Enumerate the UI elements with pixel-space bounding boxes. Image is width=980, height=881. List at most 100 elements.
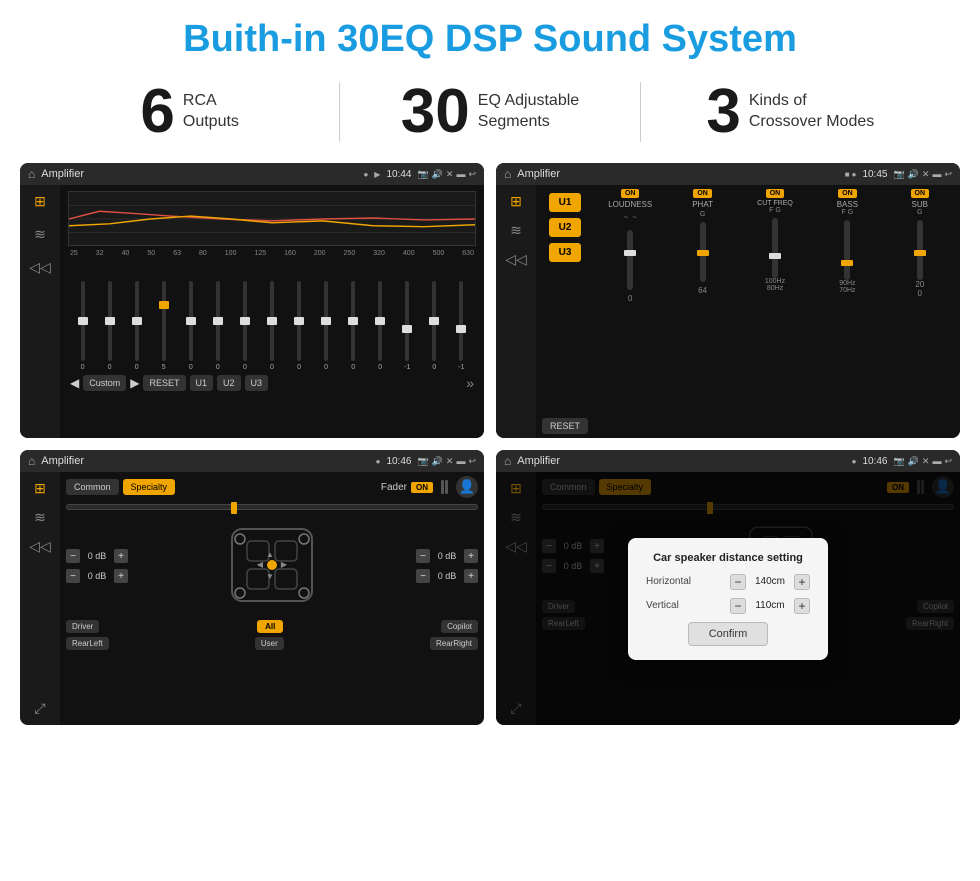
- home-icon-3[interactable]: ⌂: [28, 454, 35, 468]
- horizontal-label: Horizontal: [646, 576, 691, 587]
- distance-dialog: Car speaker distance setting Horizontal …: [628, 538, 828, 660]
- speaker-sidebar-icon[interactable]: ◁◁: [29, 259, 51, 276]
- specialty-tab[interactable]: Specialty: [123, 479, 176, 495]
- screen4-title: Amplifier: [517, 455, 845, 467]
- screen3-icons: 📷🔊✕▬ ↩: [417, 456, 476, 467]
- vertical-plus-button[interactable]: +: [794, 598, 810, 614]
- eq-slider-8[interactable]: 0: [259, 281, 284, 371]
- db-row-2: − 0 dB +: [66, 569, 128, 583]
- close-icon: ✕: [446, 169, 454, 180]
- crossover-reset-button[interactable]: RESET: [542, 418, 588, 434]
- screen3-main: Common Specialty Fader ON 👤: [60, 472, 484, 725]
- eq-slider-6[interactable]: 0: [205, 281, 230, 371]
- fader-thumb: [231, 502, 237, 514]
- db1-plus-button[interactable]: +: [114, 549, 128, 563]
- fader-horizontal-track[interactable]: [66, 504, 478, 510]
- eq-slider-15[interactable]: -1: [449, 281, 474, 371]
- svg-text:▲: ▲: [266, 550, 274, 559]
- eq-custom-button[interactable]: Custom: [83, 375, 126, 391]
- eq-main-area: 25 32 40 50 63 80 100 125 160 200 250 32…: [60, 185, 484, 438]
- eq-play-button[interactable]: ▶: [130, 376, 139, 390]
- s2-wave-icon[interactable]: ≋: [510, 222, 522, 239]
- driver-button[interactable]: Driver: [66, 620, 99, 633]
- fader-slider-row: [66, 504, 478, 510]
- wave-sidebar-icon[interactable]: ≋: [34, 226, 46, 243]
- confirm-button[interactable]: Confirm: [688, 622, 769, 646]
- bass-on-badge: ON: [838, 189, 857, 198]
- screen2-icons-right: 📷🔊✕▬ ↩: [893, 169, 952, 180]
- screen1-play: ▶: [374, 170, 380, 179]
- screen-dialog: ⌂ Amplifier ● 10:46 📷🔊✕▬ ↩ ⊞ ≋ ◁◁ ⤢ Comm…: [496, 450, 960, 725]
- db4-plus-button[interactable]: +: [464, 569, 478, 583]
- u3-select-button[interactable]: U3: [549, 243, 582, 262]
- copilot-button[interactable]: Copilot: [441, 620, 478, 633]
- eq-slider-9[interactable]: 0: [287, 281, 312, 371]
- horizontal-plus-button[interactable]: +: [794, 574, 810, 590]
- s2-vol-icon[interactable]: ◁◁: [505, 251, 527, 268]
- db4-minus-button[interactable]: −: [416, 569, 430, 583]
- eq-slider-1[interactable]: 0: [70, 281, 95, 371]
- u1-select-button[interactable]: U1: [549, 193, 582, 212]
- rearleft-button[interactable]: RearLeft: [66, 637, 109, 650]
- eq-slider-5[interactable]: 0: [178, 281, 203, 371]
- screen4-icons: 📷🔊✕▬ ↩: [893, 456, 952, 467]
- eq-slider-7[interactable]: 0: [232, 281, 257, 371]
- vertical-minus-button[interactable]: −: [730, 598, 746, 614]
- db-row-3: − 0 dB +: [416, 549, 478, 563]
- horizontal-row: Horizontal − 140cm +: [646, 574, 810, 590]
- db2-plus-button[interactable]: +: [114, 569, 128, 583]
- eq-graph: [68, 191, 476, 246]
- db1-minus-button[interactable]: −: [66, 549, 80, 563]
- eq-slider-11[interactable]: 0: [341, 281, 366, 371]
- s2-eq-icon[interactable]: ⊞: [510, 193, 522, 210]
- db2-minus-button[interactable]: −: [66, 569, 80, 583]
- eq-sliders: 0 0 0 5 0: [68, 261, 476, 371]
- eq-reset-button[interactable]: RESET: [143, 375, 185, 391]
- profile-button[interactable]: 👤: [456, 476, 478, 498]
- common-tab[interactable]: Common: [66, 479, 119, 495]
- screen3-content: ⊞ ≋ ◁◁ ⤢ Common Specialty Fader ON 👤: [20, 472, 484, 725]
- eq-slider-13[interactable]: -1: [395, 281, 420, 371]
- eq-u3-button[interactable]: U3: [245, 375, 269, 391]
- stat-rca-text: RCA Outputs: [183, 91, 239, 133]
- s3-eq-icon[interactable]: ⊞: [34, 480, 46, 497]
- screen2-main: U1 U2 U3 RESET ON LOUDNESS ~ ~: [536, 185, 960, 438]
- vol-icon: 🔊: [432, 169, 443, 180]
- cutfreq-label: CUT FREQ: [757, 200, 793, 207]
- home-icon[interactable]: ⌂: [28, 167, 35, 181]
- stat-divider-1: [339, 82, 340, 142]
- left-db-controls: − 0 dB + − 0 dB +: [66, 549, 128, 583]
- home-icon-4[interactable]: ⌂: [504, 454, 511, 468]
- stat-eq-number: 30: [401, 81, 470, 143]
- db3-plus-button[interactable]: +: [464, 549, 478, 563]
- s3-wave-icon[interactable]: ≋: [34, 509, 46, 526]
- eq-slider-3[interactable]: 0: [124, 281, 149, 371]
- eq-slider-4[interactable]: 5: [151, 281, 176, 371]
- eq-prev-button[interactable]: ◀: [70, 376, 79, 390]
- s3-vol-icon[interactable]: ◁◁: [29, 538, 51, 555]
- eq-slider-12[interactable]: 0: [368, 281, 393, 371]
- horizontal-minus-button[interactable]: −: [730, 574, 746, 590]
- eq-u2-button[interactable]: U2: [217, 375, 241, 391]
- eq-slider-14[interactable]: 0: [422, 281, 447, 371]
- all-button[interactable]: All: [257, 620, 283, 633]
- car-diagram: ▲ ▼ ◀ ▶: [132, 516, 412, 616]
- eq-slider-10[interactable]: 0: [314, 281, 339, 371]
- home-icon-2[interactable]: ⌂: [504, 167, 511, 181]
- eq-slider-2[interactable]: 0: [97, 281, 122, 371]
- svg-text:◀: ◀: [257, 560, 264, 569]
- screen1-title: Amplifier: [41, 168, 357, 180]
- db3-value: 0 dB: [433, 551, 461, 561]
- fader-on-button[interactable]: ON: [411, 482, 433, 493]
- screen2-title: Amplifier: [517, 168, 839, 180]
- more-icon[interactable]: »: [466, 375, 474, 391]
- s3-expand-icon[interactable]: ⤢: [34, 700, 45, 717]
- back-icon[interactable]: ↩: [468, 169, 476, 180]
- u2-select-button[interactable]: U2: [549, 218, 582, 237]
- user-button[interactable]: User: [255, 637, 284, 650]
- eq-u1-button[interactable]: U1: [190, 375, 214, 391]
- eq-sidebar-icon[interactable]: ⊞: [34, 193, 46, 210]
- db4-value: 0 dB: [433, 571, 461, 581]
- rearright-button[interactable]: RearRight: [430, 637, 478, 650]
- db3-minus-button[interactable]: −: [416, 549, 430, 563]
